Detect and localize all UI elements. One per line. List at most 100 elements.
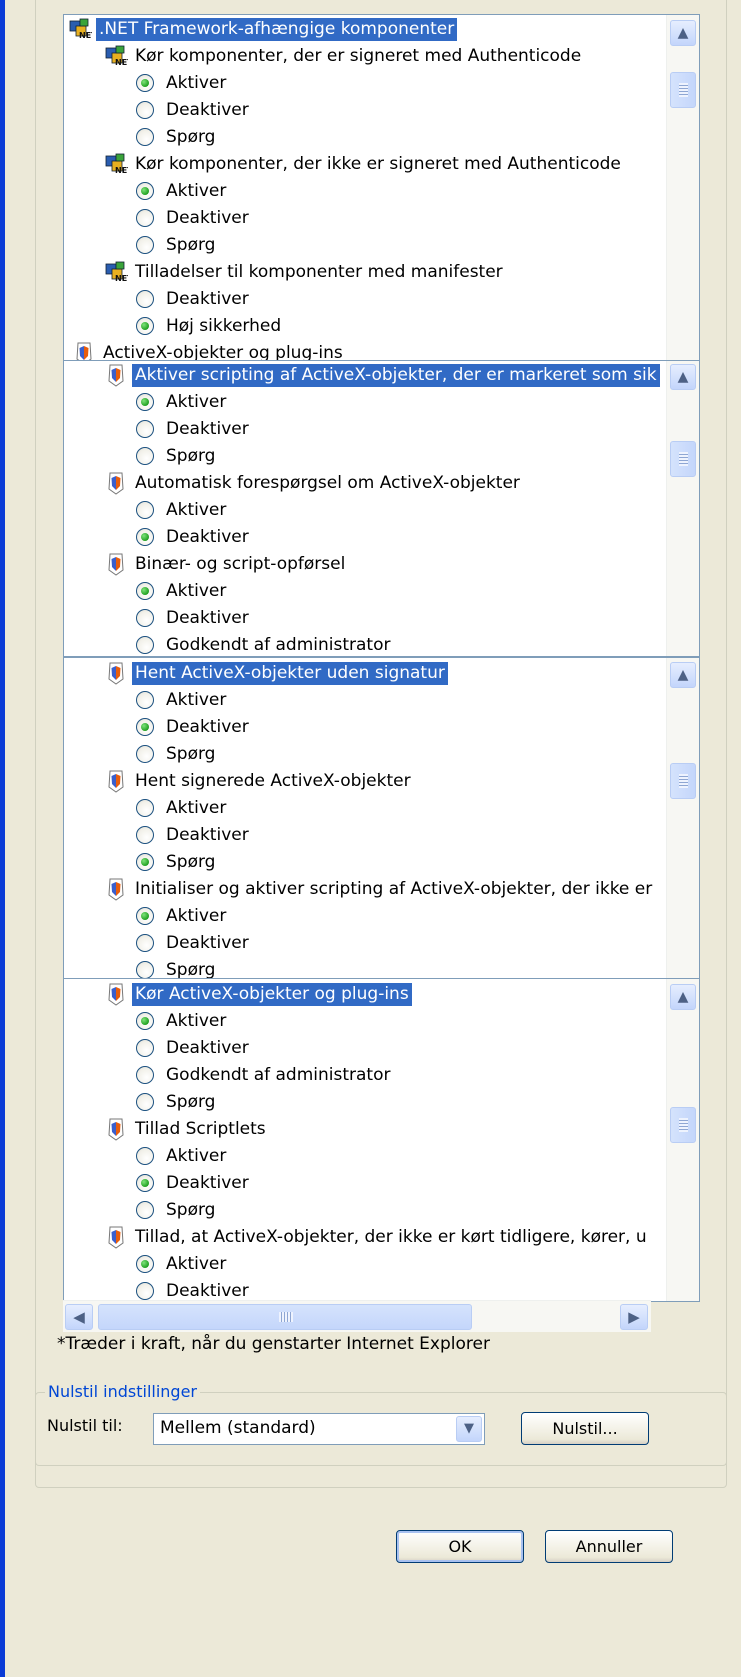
radio-option[interactable]: Spørg xyxy=(136,231,215,259)
reset-level-select[interactable]: Mellem (standard) ▼ xyxy=(153,1413,485,1445)
radio-option[interactable]: Deaktiver xyxy=(136,415,249,443)
radio-unchecked-icon[interactable] xyxy=(136,934,154,952)
horizontal-scrollbar[interactable]: ◀ ▶ xyxy=(63,1300,651,1332)
radio-option[interactable]: Deaktiver xyxy=(136,204,249,232)
radio-option[interactable]: Aktiver xyxy=(136,1007,226,1035)
radio-unchecked-icon[interactable] xyxy=(136,128,154,146)
radio-option[interactable]: Deaktiver xyxy=(136,1169,249,1197)
radio-option[interactable]: Spørg xyxy=(136,1088,215,1116)
radio-unchecked-icon[interactable] xyxy=(136,447,154,465)
radio-checked-icon[interactable] xyxy=(136,1255,154,1273)
radio-checked-icon[interactable] xyxy=(136,853,154,871)
radio-option[interactable]: Deaktiver xyxy=(136,523,249,551)
radio-checked-icon[interactable] xyxy=(136,1012,154,1030)
radio-option[interactable]: Aktiver xyxy=(136,177,226,205)
radio-unchecked-icon[interactable] xyxy=(136,1093,154,1111)
setting-item[interactable]: Tillad Scriptlets xyxy=(104,1115,269,1143)
radio-unchecked-icon[interactable] xyxy=(136,799,154,817)
settings-tree-pane[interactable]: Aktiver scripting af ActiveX-objekter, d… xyxy=(63,360,700,657)
setting-item[interactable]: Automatisk forespørgsel om ActiveX-objek… xyxy=(104,469,523,497)
radio-unchecked-icon[interactable] xyxy=(136,609,154,627)
radio-unchecked-icon[interactable] xyxy=(136,691,154,709)
radio-checked-icon[interactable] xyxy=(136,1174,154,1192)
setting-item[interactable]: NET Kør komponenter, der er signeret med … xyxy=(104,42,584,70)
radio-option[interactable]: Deaktiver xyxy=(136,96,249,124)
settings-tree-pane[interactable]: NET.NET Framework-afhængige komponenterN… xyxy=(63,14,700,362)
setting-item[interactable]: Hent ActiveX-objekter uden signatur xyxy=(104,659,448,687)
radio-option[interactable]: Spørg xyxy=(136,848,215,876)
chevron-down-icon[interactable]: ▼ xyxy=(456,1416,482,1442)
radio-option[interactable]: Deaktiver xyxy=(136,285,249,313)
radio-checked-icon[interactable] xyxy=(136,907,154,925)
ok-button[interactable]: OK xyxy=(396,1530,524,1563)
setting-item[interactable]: Aktiver scripting af ActiveX-objekter, d… xyxy=(104,361,660,389)
radio-option[interactable]: Deaktiver xyxy=(136,821,249,849)
radio-unchecked-icon[interactable] xyxy=(136,101,154,119)
setting-item[interactable]: Kør ActiveX-objekter og plug-ins xyxy=(104,980,412,1008)
vertical-scrollbar[interactable]: ▲ xyxy=(666,15,699,361)
category-header[interactable]: ActiveX-objekter og plug-ins xyxy=(72,339,346,361)
radio-checked-icon[interactable] xyxy=(136,528,154,546)
radio-option[interactable]: Aktiver xyxy=(136,686,226,714)
radio-unchecked-icon[interactable] xyxy=(136,420,154,438)
radio-unchecked-icon[interactable] xyxy=(136,961,154,978)
radio-unchecked-icon[interactable] xyxy=(136,636,154,654)
radio-unchecked-icon[interactable] xyxy=(136,1039,154,1057)
radio-option[interactable]: Godkendt af administrator xyxy=(136,631,390,656)
radio-option[interactable]: Spørg xyxy=(136,956,215,978)
category-header[interactable]: NET .NET Framework-afhængige komponenter xyxy=(68,15,458,43)
vertical-scrollbar[interactable]: ▲ xyxy=(666,658,699,978)
setting-item[interactable]: Tillad, at ActiveX-objekter, der ikke er… xyxy=(104,1223,650,1251)
radio-unchecked-icon[interactable] xyxy=(136,745,154,763)
radio-option[interactable]: Aktiver xyxy=(136,902,226,930)
setting-item[interactable]: Initialiser og aktiver scripting af Acti… xyxy=(104,875,655,903)
cancel-button[interactable]: Annuller xyxy=(545,1530,673,1563)
scroll-up-button[interactable]: ▲ xyxy=(670,662,696,688)
scroll-thumb[interactable] xyxy=(670,441,696,477)
radio-option[interactable]: Spørg xyxy=(136,1196,215,1224)
radio-unchecked-icon[interactable] xyxy=(136,1201,154,1219)
radio-option[interactable]: Aktiver xyxy=(136,577,226,605)
reset-button[interactable]: Nulstil... xyxy=(521,1412,649,1445)
scroll-thumb[interactable] xyxy=(670,72,696,108)
radio-unchecked-icon[interactable] xyxy=(136,1282,154,1300)
horizontal-scroll-thumb[interactable] xyxy=(98,1304,472,1330)
radio-option[interactable]: Aktiver xyxy=(136,496,226,524)
vertical-scrollbar[interactable]: ▲ xyxy=(666,979,699,1301)
radio-checked-icon[interactable] xyxy=(136,317,154,335)
radio-unchecked-icon[interactable] xyxy=(136,826,154,844)
radio-unchecked-icon[interactable] xyxy=(136,501,154,519)
radio-option[interactable]: Aktiver xyxy=(136,1142,226,1170)
scroll-left-button[interactable]: ◀ xyxy=(65,1304,93,1330)
radio-option[interactable]: Aktiver xyxy=(136,794,226,822)
radio-option[interactable]: Spørg xyxy=(136,123,215,151)
setting-item[interactable]: NET Tilladelser til komponenter med manif… xyxy=(104,258,506,286)
settings-tree-pane[interactable]: Hent ActiveX-objekter uden signatur Aktiv… xyxy=(63,657,700,979)
radio-unchecked-icon[interactable] xyxy=(136,236,154,254)
radio-option[interactable]: Høj sikkerhed xyxy=(136,312,281,340)
setting-item[interactable]: NET Kør komponenter, der ikke er signeret… xyxy=(104,150,624,178)
radio-option[interactable]: Spørg xyxy=(136,740,215,768)
radio-option[interactable]: Deaktiver xyxy=(136,1034,249,1062)
settings-tree-pane[interactable]: Kør ActiveX-objekter og plug-ins Aktiver D… xyxy=(63,978,700,1302)
radio-checked-icon[interactable] xyxy=(136,582,154,600)
radio-option[interactable]: Deaktiver xyxy=(136,929,249,957)
radio-unchecked-icon[interactable] xyxy=(136,209,154,227)
scroll-up-button[interactable]: ▲ xyxy=(670,20,696,46)
setting-item[interactable]: Binær- og script-opførsel xyxy=(104,550,348,578)
radio-option[interactable]: Deaktiver xyxy=(136,1277,249,1301)
radio-option[interactable]: Deaktiver xyxy=(136,713,249,741)
radio-checked-icon[interactable] xyxy=(136,182,154,200)
radio-option[interactable]: Spørg xyxy=(136,442,215,470)
radio-unchecked-icon[interactable] xyxy=(136,1066,154,1084)
radio-option[interactable]: Deaktiver xyxy=(136,604,249,632)
radio-checked-icon[interactable] xyxy=(136,718,154,736)
radio-checked-icon[interactable] xyxy=(136,393,154,411)
scroll-up-button[interactable]: ▲ xyxy=(670,984,696,1010)
radio-option[interactable]: Aktiver xyxy=(136,1250,226,1278)
radio-unchecked-icon[interactable] xyxy=(136,290,154,308)
radio-unchecked-icon[interactable] xyxy=(136,1147,154,1165)
radio-option[interactable]: Aktiver xyxy=(136,388,226,416)
vertical-scrollbar[interactable]: ▲ xyxy=(666,361,699,656)
radio-option[interactable]: Godkendt af administrator xyxy=(136,1061,390,1089)
